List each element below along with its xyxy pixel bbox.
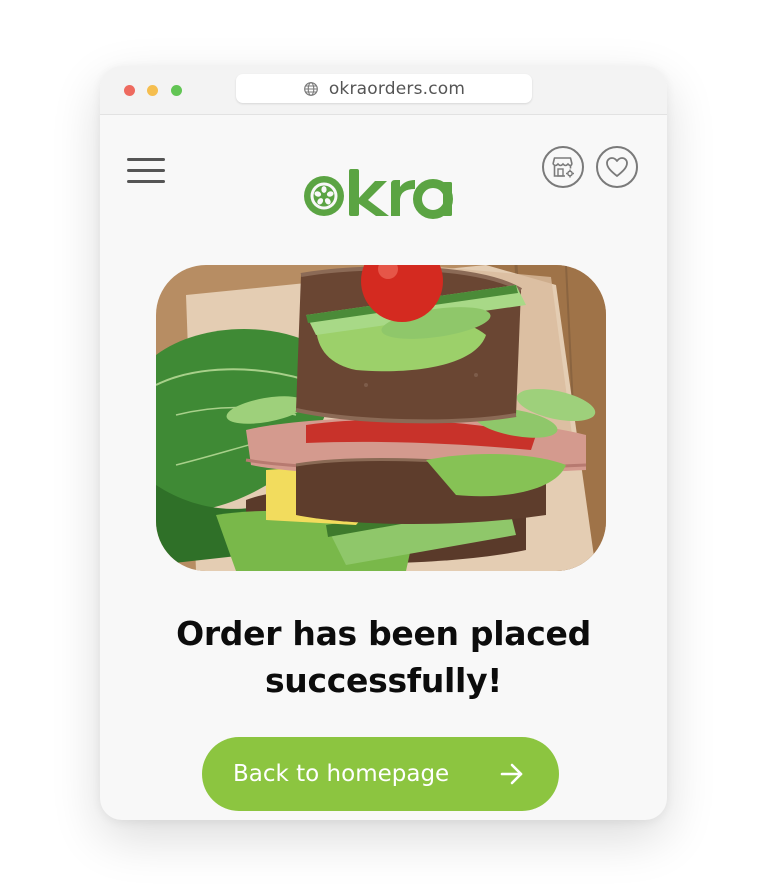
confirmation-line-1: Order has been placed: [176, 614, 591, 653]
okra-logo[interactable]: [303, 169, 455, 221]
back-to-homepage-label: Back to homepage: [233, 761, 450, 787]
url-text: okraorders.com: [328, 78, 466, 99]
store-settings-button[interactable]: [542, 146, 584, 188]
maximize-window-button[interactable]: [171, 85, 182, 96]
order-confirmation-heading: Order has been placed successfully!: [100, 610, 667, 704]
confirmation-line-2: successfully!: [264, 661, 503, 700]
browser-titlebar: okraorders.com: [100, 66, 667, 115]
page: okraorders.com Order has been placed suc…: [0, 0, 768, 884]
browser-window: okraorders.com Order has been placed suc…: [100, 66, 667, 820]
address-bar[interactable]: okraorders.com: [236, 74, 532, 103]
storefront-settings-icon: [552, 157, 574, 178]
okra-logo-mark: [304, 169, 453, 219]
arrow-right-icon: [500, 763, 523, 785]
close-window-button[interactable]: [124, 85, 135, 96]
favorites-button[interactable]: [596, 146, 638, 188]
hamburger-menu-icon[interactable]: [127, 158, 165, 184]
heart-icon: [606, 157, 628, 177]
back-to-homepage-button[interactable]: Back to homepage: [202, 737, 559, 811]
minimize-window-button[interactable]: [147, 85, 158, 96]
sandwich-photo: [156, 265, 606, 571]
globe-icon: [303, 81, 318, 96]
